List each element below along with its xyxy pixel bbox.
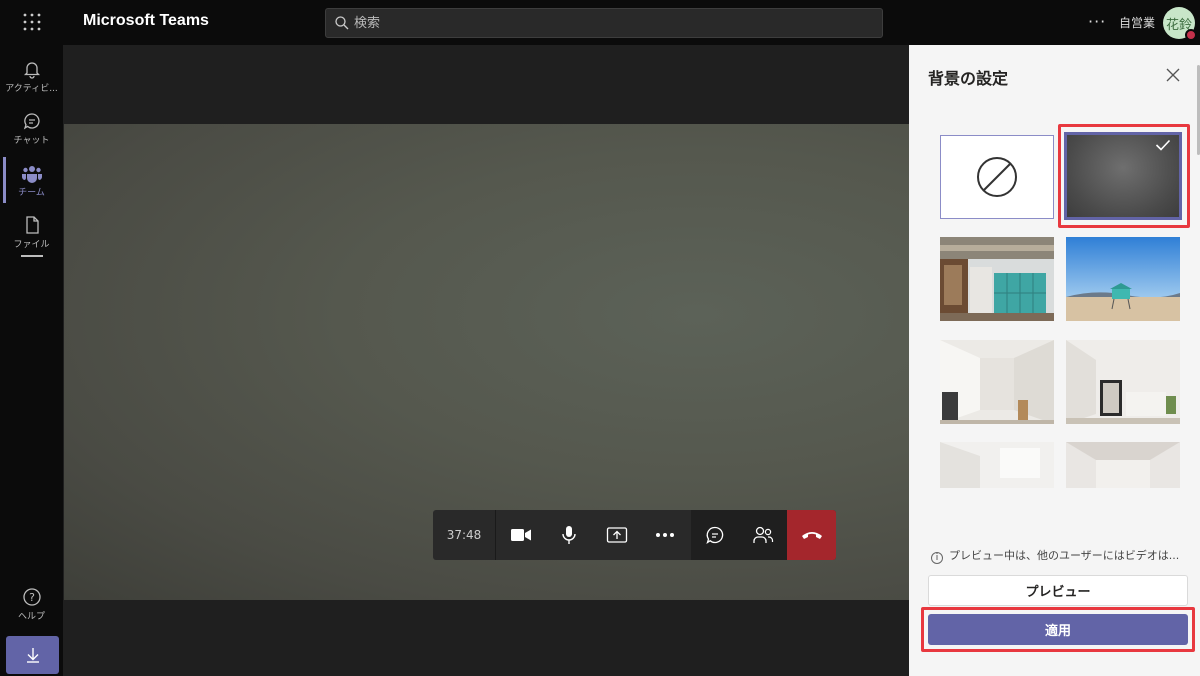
download-button[interactable] xyxy=(6,636,59,674)
preview-button[interactable]: プレビュー xyxy=(928,575,1188,606)
avatar[interactable]: 花鈴 xyxy=(1163,7,1197,41)
background-option-none[interactable] xyxy=(940,135,1054,219)
rail-item-chat[interactable]: チャット xyxy=(0,103,63,155)
participants-icon xyxy=(753,526,774,543)
background-settings-panel: 背景の設定 i プレビュー中は、他のユーザーにはビデオは... プレビュー 適用 xyxy=(909,45,1200,676)
hang-up-icon xyxy=(801,532,822,539)
presence-badge xyxy=(1185,29,1197,41)
meeting-stage: 37:48 xyxy=(63,45,909,676)
background-option-white-room-3[interactable] xyxy=(940,442,1054,488)
app-launcher-icon[interactable] xyxy=(23,13,41,31)
hang-up-button[interactable] xyxy=(787,510,836,560)
office-lockers-thumbnail xyxy=(940,237,1054,321)
rail-item-label: ファイル xyxy=(13,240,50,250)
rail-item-teams[interactable]: チーム xyxy=(0,155,63,207)
mic-button[interactable] xyxy=(545,510,593,560)
beach-lifeguard-thumbnail xyxy=(1066,237,1180,321)
help-icon: ? xyxy=(22,588,41,606)
app-rail: アクティビ... チャット チーム ファイル ? ヘルプ xyxy=(0,45,63,676)
share-screen-button[interactable] xyxy=(593,510,641,560)
meeting-chat-button[interactable] xyxy=(691,510,739,560)
background-option-white-room-1[interactable] xyxy=(940,340,1054,424)
white-room-3-thumbnail xyxy=(940,442,1054,488)
rail-divider xyxy=(21,255,43,257)
white-room-1-thumbnail xyxy=(940,340,1054,424)
search-icon xyxy=(335,16,349,30)
background-option-white-room-2[interactable] xyxy=(1066,340,1180,424)
search-input[interactable] xyxy=(354,13,854,33)
download-icon xyxy=(26,648,39,663)
rail-item-label: チーム xyxy=(18,188,45,198)
rail-item-activity[interactable]: アクティビ... xyxy=(0,51,63,103)
rail-item-label: チャット xyxy=(13,136,50,146)
background-option-white-room-4[interactable] xyxy=(1066,442,1180,488)
file-icon xyxy=(25,216,39,234)
rail-item-files[interactable]: ファイル xyxy=(0,207,63,259)
more-options-button[interactable]: ··· xyxy=(1088,12,1106,31)
share-screen-icon xyxy=(606,527,628,543)
background-option-beach-lifeguard[interactable] xyxy=(1066,237,1180,321)
rail-item-label: アクティビ... xyxy=(5,84,58,94)
close-icon[interactable] xyxy=(1165,67,1181,83)
panel-title: 背景の設定 xyxy=(928,69,1009,88)
rail-item-label: ヘルプ xyxy=(17,612,45,622)
white-room-4-thumbnail xyxy=(1066,442,1180,488)
info-icon: i xyxy=(931,552,943,564)
call-timer: 37:48 xyxy=(433,510,496,560)
bell-icon xyxy=(23,62,40,79)
preview-info-text: i プレビュー中は、他のユーザーにはビデオは... xyxy=(931,547,1179,564)
white-room-2-thumbnail xyxy=(1066,340,1180,424)
svg-text:?: ? xyxy=(29,591,35,604)
highlight-apply-button xyxy=(921,607,1195,652)
org-name[interactable]: 自営業 xyxy=(1119,14,1155,31)
app-title: Microsoft Teams xyxy=(83,12,209,29)
top-bar: Microsoft Teams ··· 自営業 花鈴 xyxy=(0,0,1200,45)
no-background-icon xyxy=(977,157,1017,197)
search-box[interactable] xyxy=(325,8,883,38)
chat-icon xyxy=(706,526,724,545)
camera-button[interactable] xyxy=(497,510,545,560)
highlight-selected-background xyxy=(1058,124,1190,228)
camera-icon xyxy=(511,529,531,541)
preview-info-message: プレビュー中は、他のユーザーにはビデオは... xyxy=(949,549,1180,562)
mic-icon xyxy=(562,526,576,544)
more-icon xyxy=(656,533,674,537)
teams-icon xyxy=(21,166,42,183)
chat-icon xyxy=(23,113,40,130)
call-controls: 37:48 xyxy=(433,510,836,560)
participants-button[interactable] xyxy=(739,510,787,560)
rail-item-help[interactable]: ? ヘルプ xyxy=(0,579,63,631)
more-actions-button[interactable] xyxy=(641,510,689,560)
background-option-office-lockers[interactable] xyxy=(940,237,1054,321)
